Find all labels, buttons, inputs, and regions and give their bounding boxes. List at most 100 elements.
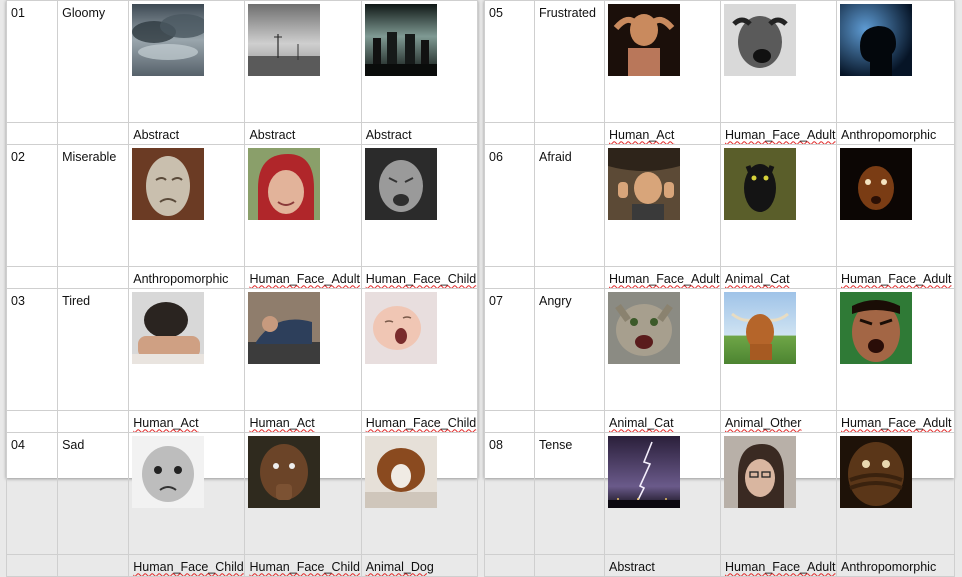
image-label: Human_Face_Child <box>133 559 244 574</box>
screaming-man-photo <box>724 4 796 76</box>
image-cell <box>128 288 246 411</box>
image-cell <box>720 432 837 555</box>
left-emotion-table: 01 Gloomy Abstract Abstract Abstract 02 … <box>5 0 479 577</box>
image-label: Animal_Dog <box>365 559 434 574</box>
foggy-landscape-photo <box>248 4 321 76</box>
image-label: Abstract <box>604 554 721 577</box>
right-emotion-table: 05 Frustrated Human_Act Human_Face_Adult… <box>484 0 955 577</box>
empty-cell <box>5 410 59 433</box>
empty-cell <box>534 266 605 289</box>
table-row: 08 Tense <box>484 432 955 555</box>
dark-face-photo <box>840 148 912 220</box>
head-down-man-photo <box>132 292 205 364</box>
image-cell <box>244 432 362 555</box>
silhouette-head-photo <box>840 4 912 76</box>
hissing-cat-photo <box>608 292 680 364</box>
scared-man-cave-photo <box>608 148 680 220</box>
worried-woman-photo <box>724 436 796 508</box>
row-number: 03 <box>5 288 59 411</box>
image-cell <box>604 144 721 267</box>
sad-boy-photo <box>248 436 321 508</box>
yawning-baby-photo <box>364 292 437 364</box>
empty-cell <box>57 122 130 145</box>
table-row: Human_Face_Adult Animal_Cat Human_Face_A… <box>484 266 955 289</box>
empty-cell <box>534 122 605 145</box>
empty-cell <box>5 554 59 577</box>
image-cell <box>360 144 479 267</box>
emotion-word: Frustrated <box>534 0 605 123</box>
row-number: 06 <box>484 144 535 267</box>
image-label: Anthropomorphic <box>836 554 955 577</box>
covered-face-photo <box>840 436 912 508</box>
emotion-word: Angry <box>534 288 605 411</box>
sad-baby-photo <box>132 436 205 508</box>
image-cell <box>720 288 837 411</box>
image-cell <box>604 0 721 123</box>
table-row: Abstract Abstract Abstract <box>5 122 479 145</box>
image-label: Human_Face_Adult <box>609 271 720 286</box>
table-row: Anthropomorphic Human_Face_Adult Human_F… <box>5 266 479 289</box>
black-cat-photo <box>724 148 796 220</box>
image-cell <box>836 288 955 411</box>
image-cell <box>604 432 721 555</box>
image-cell <box>836 432 955 555</box>
empty-cell <box>534 410 605 433</box>
sleeping-person-photo <box>248 292 321 364</box>
industrial-skyline-photo <box>364 4 437 76</box>
emotion-word: Afraid <box>534 144 605 267</box>
empty-cell <box>57 554 130 577</box>
emotion-word: Miserable <box>57 144 130 267</box>
image-cell <box>720 144 837 267</box>
image-label: Abstract <box>128 122 246 145</box>
row-number: 01 <box>5 0 59 123</box>
image-label: Abstract <box>244 122 362 145</box>
empty-cell <box>57 410 130 433</box>
table-row: Human_Act Human_Act Human_Face_Child <box>5 410 479 433</box>
image-label: Animal_Cat <box>725 271 790 286</box>
table-row: 03 Tired <box>5 288 479 411</box>
image-label: Anthropomorphic <box>128 266 246 289</box>
empty-cell <box>57 266 130 289</box>
image-label: Human_Face_Child <box>365 271 477 286</box>
table-row: Animal_Cat Animal_Other Human_Face_Adult <box>484 410 955 433</box>
row-number: 05 <box>484 0 535 123</box>
angry-man-photo <box>840 292 912 364</box>
crying-mask-photo <box>132 148 205 220</box>
empty-cell <box>484 122 535 145</box>
image-cell <box>128 0 246 123</box>
image-cell <box>836 0 955 123</box>
table-row: 07 Angry <box>484 288 955 411</box>
image-label: Anthropomorphic <box>836 122 955 145</box>
row-number: 02 <box>5 144 59 267</box>
image-cell <box>604 288 721 411</box>
table-row: 02 Miserable <box>5 144 479 267</box>
empty-cell <box>534 554 605 577</box>
emotion-word: Tense <box>534 432 605 555</box>
image-label: Animal_Cat <box>609 415 674 430</box>
image-label: Abstract <box>360 122 479 145</box>
image-label: Human_Act <box>249 415 315 430</box>
crying-woman-photo <box>248 148 321 220</box>
image-label: Animal_Other <box>725 415 802 430</box>
image-cell <box>244 288 362 411</box>
image-label: Human_Face_Adult <box>249 271 360 286</box>
table-row: 01 Gloomy <box>5 0 479 123</box>
image-label: Human_Face_Adult <box>841 415 952 430</box>
storm-clouds-photo <box>132 4 205 76</box>
empty-cell <box>5 122 59 145</box>
emotion-word: Tired <box>57 288 130 411</box>
right-table-panel: 05 Frustrated Human_Act Human_Face_Adult… <box>484 0 955 577</box>
image-label: Human_Face_Adult <box>841 271 952 286</box>
row-number: 04 <box>5 432 59 555</box>
empty-cell <box>5 266 59 289</box>
image-label: Human_Act <box>609 127 675 142</box>
sad-puppy-photo <box>364 436 437 508</box>
image-cell <box>244 144 362 267</box>
emotion-word: Gloomy <box>57 0 130 123</box>
image-label: Human_Face_Child <box>249 559 360 574</box>
image-cell <box>360 0 479 123</box>
empty-cell <box>484 266 535 289</box>
table-row: Human_Face_Child Human_Face_Child Animal… <box>5 554 479 577</box>
empty-cell <box>484 554 535 577</box>
image-cell <box>360 432 479 555</box>
